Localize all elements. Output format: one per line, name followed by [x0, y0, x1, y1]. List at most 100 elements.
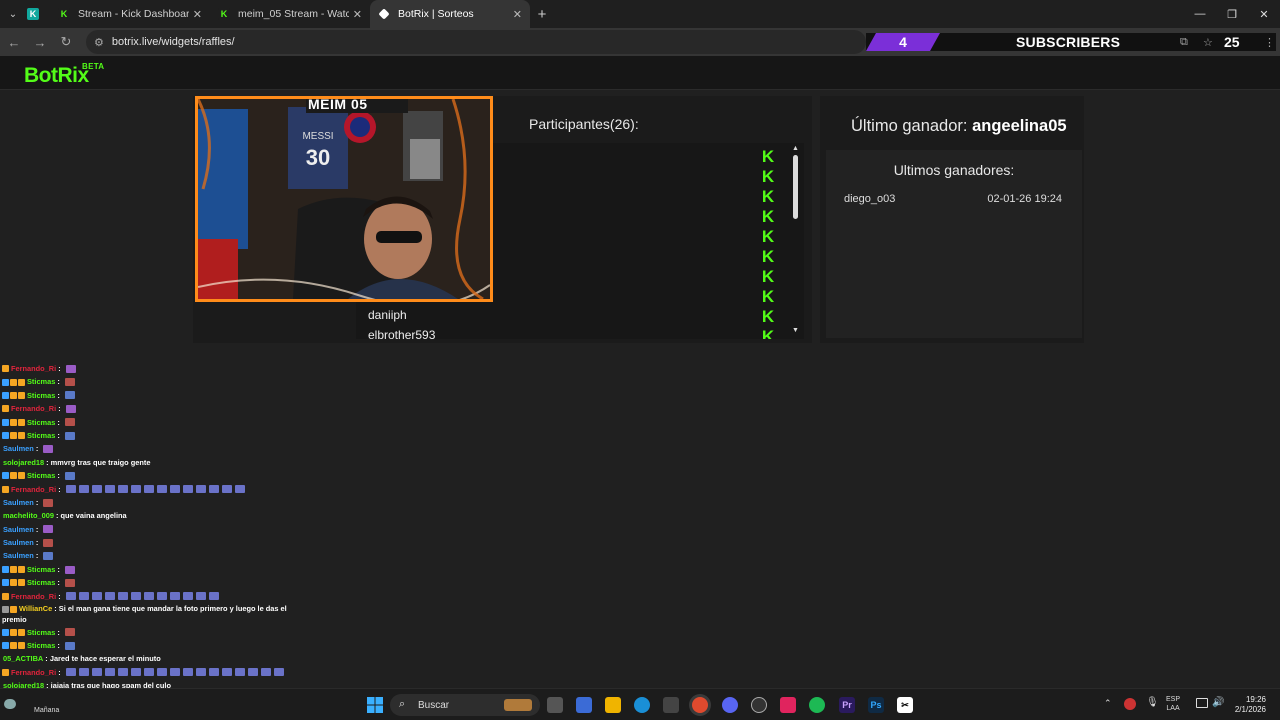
search-placeholder: Buscar — [418, 699, 450, 711]
tray-app-icon[interactable] — [1124, 698, 1136, 710]
chat-username: Fernando_Ri — [11, 591, 57, 601]
forward-button[interactable]: → — [28, 30, 52, 54]
edge-icon[interactable] — [634, 697, 650, 713]
chat-badge-icon — [2, 605, 9, 613]
svg-text:30: 30 — [306, 145, 330, 170]
subscribers-overlay: 4 SUBSCRIBERS ⧉ ☆ 25 ⋮ — [866, 33, 1276, 51]
chat-emote-icon — [65, 668, 76, 677]
kick-icon: K — [761, 267, 775, 286]
chat-badge-icon — [18, 391, 25, 399]
star-icon[interactable]: ☆ — [1203, 36, 1213, 49]
chat-message: Sticmas : — [0, 469, 290, 482]
scroll-up-icon[interactable]: ▲ — [792, 145, 799, 152]
back-button[interactable]: ← — [2, 30, 26, 54]
chat-username: machelito_009 — [3, 511, 54, 521]
chat-emote-icon — [117, 485, 128, 494]
store-icon[interactable] — [663, 697, 679, 713]
network-icon[interactable] — [1196, 698, 1208, 708]
restore-button[interactable]: ❐ — [1216, 0, 1248, 28]
chat-username: Sticmas — [27, 430, 56, 440]
chat-emote-icon — [143, 592, 154, 601]
tab-pinned-kick[interactable]: K — [24, 0, 50, 28]
chat-emote-icon — [195, 668, 206, 677]
tiktok-icon[interactable] — [780, 697, 796, 713]
chat-separator: : — [55, 377, 62, 387]
site-info-icon[interactable]: ⚙ — [94, 36, 104, 49]
kick-icon: K — [218, 8, 230, 20]
minimize-button[interactable]: — — [1184, 0, 1216, 28]
chat-badge-icon — [2, 432, 9, 440]
chat-separator: : — [44, 457, 51, 467]
chrome-icon[interactable] — [692, 697, 708, 713]
close-icon[interactable]: ✕ — [353, 8, 362, 21]
weather-widget[interactable]: Mañana — [4, 693, 59, 717]
taskbar-search[interactable]: ⌕ Buscar — [390, 694, 540, 716]
chat-emote-icon — [64, 378, 75, 387]
microphone-icon[interactable]: 🎙 — [1146, 698, 1159, 708]
chat-username: 05_ACTIBA — [3, 654, 44, 664]
chat-username: Fernando_Ri — [11, 667, 57, 677]
chat-message: Sticmas : — [0, 563, 290, 576]
volume-icon[interactable]: 🔊 — [1212, 698, 1224, 708]
last-winner-name: angeelina05 — [972, 117, 1067, 135]
url-field[interactable]: ⚙ botrix.live/widgets/raffles/ — [86, 30, 866, 54]
reload-button[interactable]: ↻ — [54, 30, 78, 54]
weather-icon — [4, 699, 16, 709]
chat-text: Jared te hace esperar el minuto — [49, 654, 161, 664]
tab-kick-dashboard[interactable]: K Stream - Kick Dashboard ✕ — [50, 0, 210, 28]
chevron-up-icon[interactable]: ⌃ — [1104, 699, 1112, 708]
chat-badge-icon — [2, 405, 9, 413]
scroll-down-icon[interactable]: ▼ — [792, 327, 799, 334]
chat-username: Fernando_Ri — [11, 484, 57, 494]
clock-time: 19:26 — [1245, 695, 1266, 704]
capcut-icon[interactable]: ✂ — [897, 697, 913, 713]
chat-emote-icon — [78, 485, 89, 494]
browser-tab-strip: ⌄ K K Stream - Kick Dashboard ✕ K meim_0… — [0, 0, 1280, 28]
chat-badge-icon — [2, 592, 9, 600]
chat-username: Saulmen — [3, 497, 34, 507]
chat-separator: : — [33, 444, 41, 454]
new-tab-button[interactable]: + — [530, 6, 554, 23]
language-indicator[interactable]: ESP LAA — [1166, 695, 1180, 713]
task-view-icon[interactable] — [547, 697, 563, 713]
chat-message: Sticmas : — [0, 389, 290, 402]
chat-message: Fernando_Ri : — [0, 402, 290, 415]
chat-emote-icon — [43, 525, 54, 534]
tab-meim-stream[interactable]: K meim_05 Stream - Watch Live o ✕ — [210, 0, 370, 28]
beta-badge: BETA — [82, 62, 105, 71]
close-icon[interactable]: ✕ — [193, 8, 202, 21]
file-explorer-icon[interactable] — [605, 697, 621, 713]
chat-message: Fernando_Ri : — [0, 590, 290, 603]
chat-emote-icon — [65, 364, 76, 373]
chat-emote-icon — [91, 592, 102, 601]
chat-separator: : — [55, 641, 62, 651]
participants-scrollbar[interactable]: ▲ ▼ — [788, 143, 804, 339]
chat-badge-icon — [18, 418, 25, 426]
close-icon[interactable]: ✕ — [513, 8, 522, 21]
chat-badge-icon — [18, 472, 25, 480]
chat-message: Fernando_Ri : — [0, 666, 290, 679]
chat-badge-icon — [2, 485, 9, 493]
copilot-icon[interactable] — [576, 697, 592, 713]
close-window-button[interactable]: ✕ — [1248, 0, 1280, 28]
chat-username: Fernando_Ri — [11, 364, 57, 373]
translate-icon[interactable]: ⧉ — [1180, 36, 1188, 49]
premiere-icon[interactable]: Pr — [839, 697, 855, 713]
tab-search-button[interactable]: ⌄ — [2, 3, 24, 25]
chat-separator: : — [55, 627, 62, 637]
system-clock[interactable]: 19:26 2/1/2026 — [1235, 695, 1266, 715]
start-button[interactable] — [367, 697, 383, 713]
menu-icon[interactable]: ⋮ — [1264, 36, 1275, 49]
chat-badge-icon — [10, 472, 17, 480]
chat-badge-icon — [2, 472, 9, 480]
chat-emote-icon — [43, 538, 54, 547]
obs-icon[interactable] — [751, 697, 767, 713]
botrix-logo[interactable]: BotRix BETA — [24, 62, 104, 88]
scroll-thumb[interactable] — [793, 155, 798, 219]
tab-botrix-sorteos[interactable]: BotRix | Sorteos ✕ — [370, 0, 530, 28]
spotify-icon[interactable] — [809, 697, 825, 713]
tab-label: BotRix | Sorteos — [398, 8, 474, 20]
photoshop-icon[interactable]: Ps — [868, 697, 884, 713]
discord-icon[interactable] — [722, 697, 738, 713]
last-winner: Último ganador: angeelina05 — [851, 117, 1067, 136]
